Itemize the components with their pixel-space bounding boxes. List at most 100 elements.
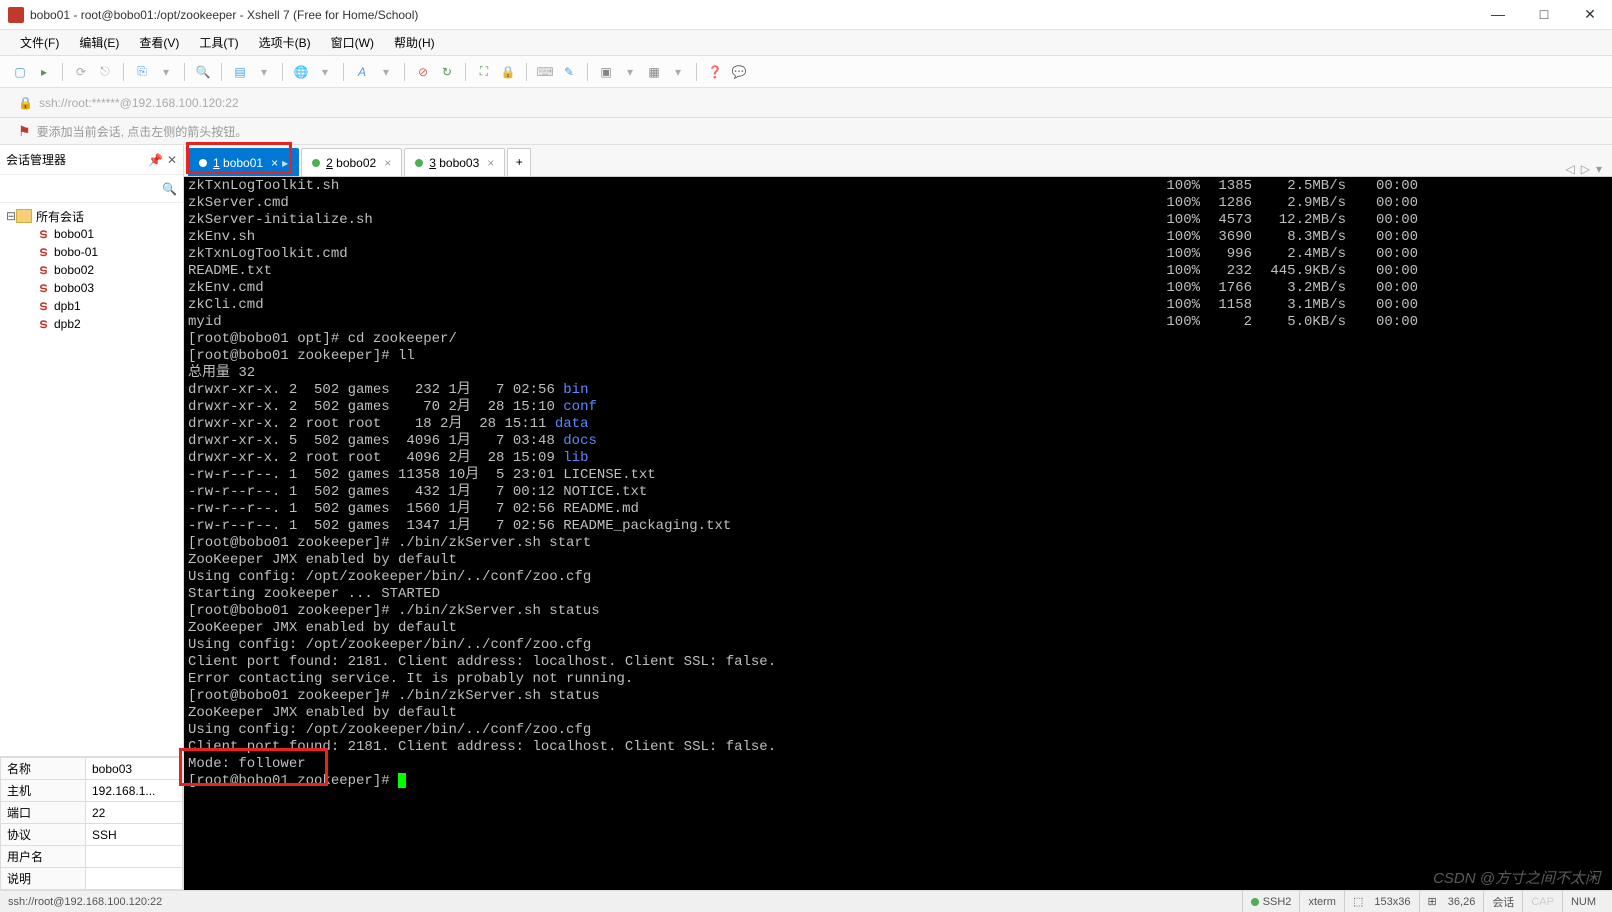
stop-icon[interactable]: ⊘ bbox=[413, 62, 433, 82]
dropdown-icon[interactable]: ▾ bbox=[668, 62, 688, 82]
tab-close-icon[interactable]: × bbox=[384, 156, 391, 170]
prop-desc-key: 说明 bbox=[1, 868, 86, 890]
prop-port-val: 22 bbox=[86, 802, 183, 824]
session-icon: ട bbox=[36, 245, 50, 259]
tree-item-label: bobo01 bbox=[54, 227, 94, 241]
menu-tools[interactable]: 工具(T) bbox=[189, 32, 248, 53]
maximize-button[interactable]: □ bbox=[1530, 6, 1558, 23]
tab-close-icon[interactable]: × bbox=[487, 156, 494, 170]
close-panel-icon[interactable]: ✕ bbox=[167, 153, 177, 167]
session-icon: ട bbox=[36, 299, 50, 313]
lock-icon[interactable]: 🔒 bbox=[498, 62, 518, 82]
tree-root-label: 所有会话 bbox=[36, 208, 84, 225]
disconnect-icon[interactable]: ⎋ bbox=[95, 62, 115, 82]
tab-label: 2 bobo02 bbox=[326, 156, 376, 170]
tree-item[interactable]: ടbobo02 bbox=[6, 261, 177, 279]
status-term: xterm bbox=[1299, 891, 1344, 912]
tree-item-label: dpb1 bbox=[54, 299, 81, 313]
prop-proto-key: 协议 bbox=[1, 824, 86, 846]
refresh-icon[interactable]: ↻ bbox=[437, 62, 457, 82]
pin-icon[interactable]: 📌 bbox=[148, 153, 163, 167]
new-folder-icon[interactable]: ▸ bbox=[34, 62, 54, 82]
status-cap: CAP bbox=[1522, 891, 1562, 912]
font-icon[interactable]: A bbox=[352, 62, 372, 82]
terminal-icon[interactable]: ▣ bbox=[596, 62, 616, 82]
terminal-output[interactable]: zkTxnLogToolkit.sh100%13852.5MB/s00:00zk… bbox=[184, 177, 1612, 890]
hintbar: ⚑ 要添加当前会话, 点击左侧的箭头按钮。 bbox=[0, 118, 1612, 145]
status-dot-icon bbox=[415, 159, 423, 167]
session-tab[interactable]: 2 bobo02 × bbox=[301, 148, 402, 176]
sidebar-search[interactable]: 🔍 bbox=[0, 175, 183, 203]
dropdown-icon[interactable]: ▾ bbox=[620, 62, 640, 82]
tree-item[interactable]: ട bobo01 bbox=[6, 225, 177, 243]
menu-view[interactable]: 查看(V) bbox=[129, 32, 189, 53]
tree-item-label: bobo02 bbox=[54, 263, 94, 277]
prop-name-key: 名称 bbox=[1, 758, 86, 780]
session-icon: ട bbox=[36, 281, 50, 295]
status-sess: 会话 bbox=[1483, 891, 1522, 912]
dropdown-icon[interactable]: ▾ bbox=[315, 62, 335, 82]
status-dot-icon bbox=[1251, 898, 1259, 906]
copy-icon[interactable]: ⎘ bbox=[132, 62, 152, 82]
status-dot-icon bbox=[199, 159, 207, 167]
tab-label: 1 bobo01 bbox=[213, 156, 263, 170]
session-tabs: 1 bobo01×▸2 bobo02×3 bobo03× + ◁ ▷ ▾ bbox=[184, 145, 1612, 177]
properties-icon[interactable]: ▤ bbox=[230, 62, 250, 82]
minimize-button[interactable]: — bbox=[1484, 6, 1512, 23]
window-title: bobo01 - root@bobo01:/opt/zookeeper - Xs… bbox=[30, 8, 1484, 22]
keyboard-icon[interactable]: ⌨ bbox=[535, 62, 555, 82]
menu-file[interactable]: 文件(F) bbox=[10, 32, 69, 53]
menu-window[interactable]: 窗口(W) bbox=[321, 32, 384, 53]
help-icon[interactable]: ❓ bbox=[705, 62, 725, 82]
address-url: ssh://root:******@192.168.100.120:22 bbox=[39, 96, 239, 110]
status-num: NUM bbox=[1562, 891, 1604, 912]
tree-item-label: dpb2 bbox=[54, 317, 81, 331]
prop-host-val: 192.168.1... bbox=[86, 780, 183, 802]
globe-icon[interactable]: 🌐 bbox=[291, 62, 311, 82]
prop-user-key: 用户名 bbox=[1, 846, 86, 868]
menu-edit[interactable]: 编辑(E) bbox=[69, 32, 129, 53]
session-tab[interactable]: 1 bobo01×▸ bbox=[188, 148, 299, 176]
tab-prev-icon[interactable]: ◁ bbox=[1566, 162, 1575, 176]
add-tab-button[interactable]: + bbox=[507, 148, 531, 176]
new-session-icon[interactable]: ▢ bbox=[10, 62, 30, 82]
tree-item[interactable]: ട dpb2 bbox=[6, 315, 177, 333]
tab-close-icon[interactable]: × bbox=[271, 156, 278, 170]
tree-item[interactable]: ട bobo-01 bbox=[6, 243, 177, 261]
reconnect-icon[interactable]: ⟳ bbox=[71, 62, 91, 82]
layout-icon[interactable]: ▦ bbox=[644, 62, 664, 82]
tree-item[interactable]: ട dpb1 bbox=[6, 297, 177, 315]
lock-icon: 🔒 bbox=[18, 96, 33, 110]
prop-name-val: bobo03 bbox=[86, 758, 183, 780]
paste-icon[interactable]: ▾ bbox=[156, 62, 176, 82]
session-tree: ⊟ 所有会话 ടbobo01ടbobo-01ടbobo02ടbobo03ടdpb… bbox=[0, 203, 183, 756]
fullscreen-icon[interactable]: ⛶ bbox=[474, 62, 494, 82]
tab-next-icon[interactable]: ▷ bbox=[1581, 162, 1590, 176]
tree-item-label: bobo-01 bbox=[54, 245, 98, 259]
session-icon: ട bbox=[36, 227, 50, 241]
app-icon bbox=[8, 7, 24, 23]
tree-root[interactable]: ⊟ 所有会话 bbox=[6, 207, 177, 225]
menu-help[interactable]: 帮助(H) bbox=[384, 32, 445, 53]
dropdown-icon[interactable]: ▾ bbox=[376, 62, 396, 82]
status-ssh: SSH2 bbox=[1242, 891, 1300, 912]
chat-icon[interactable]: 💬 bbox=[729, 62, 749, 82]
dropdown-icon[interactable]: ▾ bbox=[254, 62, 274, 82]
folder-icon bbox=[16, 209, 32, 223]
highlight-icon[interactable]: ✎ bbox=[559, 62, 579, 82]
status-dot-icon bbox=[312, 159, 320, 167]
tree-item[interactable]: ട bobo03 bbox=[6, 279, 177, 297]
session-manager-sidebar: 会话管理器 📌 ✕ 🔍 ⊟ 所有会话 ടbobo01ടbobo-01ടbobo0… bbox=[0, 145, 184, 890]
tree-item-label: bobo03 bbox=[54, 281, 94, 295]
session-icon: ട bbox=[36, 317, 50, 331]
search-icon[interactable]: 🔍 bbox=[193, 62, 213, 82]
addressbar[interactable]: 🔒 ssh://root:******@192.168.100.120:22 bbox=[0, 88, 1612, 118]
sidebar-title: 会话管理器 bbox=[6, 151, 66, 168]
close-button[interactable]: ✕ bbox=[1576, 6, 1604, 23]
prop-user-val bbox=[86, 846, 183, 868]
status-left: ssh://root@192.168.100.120:22 bbox=[8, 896, 1242, 908]
sidebar-header: 会话管理器 📌 ✕ bbox=[0, 145, 183, 175]
menu-tabs[interactable]: 选项卡(B) bbox=[249, 32, 321, 53]
session-tab[interactable]: 3 bobo03× bbox=[404, 148, 505, 176]
tab-menu-icon[interactable]: ▾ bbox=[1596, 162, 1602, 176]
